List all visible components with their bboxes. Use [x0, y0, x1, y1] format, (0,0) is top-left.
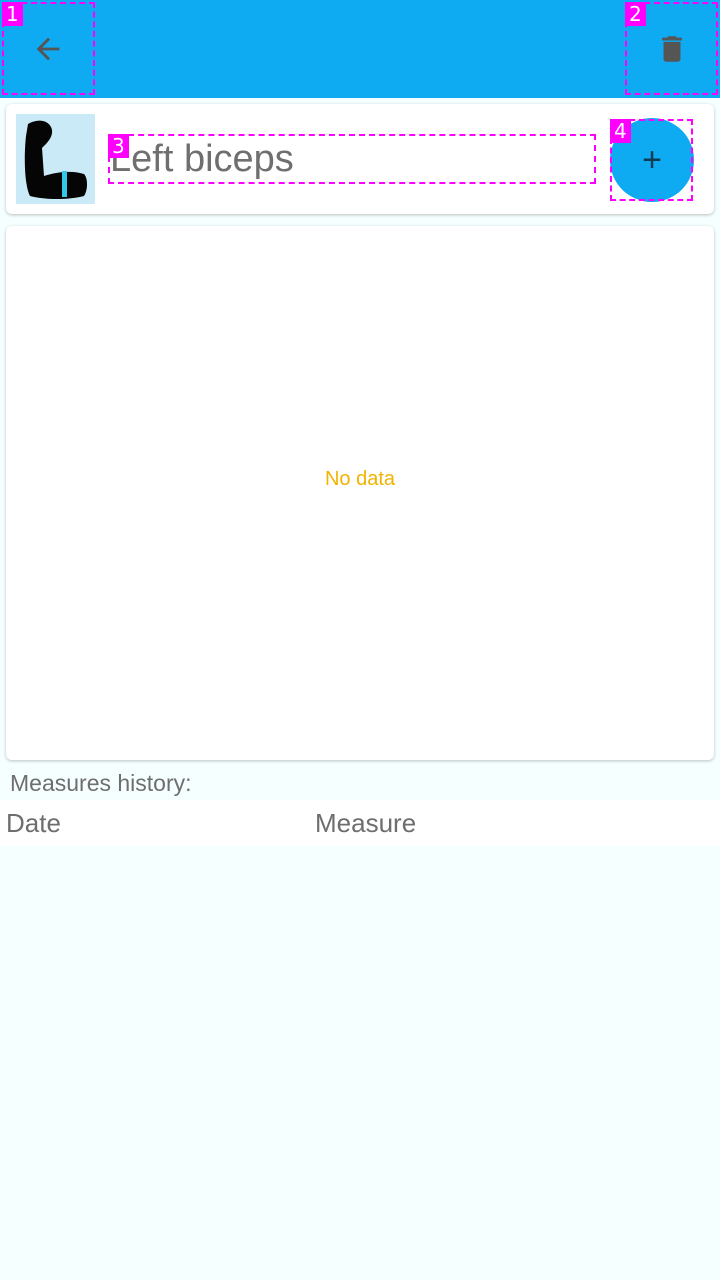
history-label: Measures history: — [10, 770, 192, 796]
no-data-text: No data — [324, 468, 396, 490]
measure-thumbnail — [16, 114, 95, 204]
back-button[interactable] — [0, 0, 96, 98]
column-header-date: Date — [6, 808, 61, 838]
history-table-header: Date Measure — [0, 800, 720, 846]
measure-header-card: Left biceps + — [6, 104, 714, 214]
measure-chart-card: No data — [6, 226, 714, 760]
plus-icon: + — [642, 140, 662, 179]
column-header-measure: Measure — [315, 808, 417, 838]
flexed-arm-icon — [24, 120, 87, 199]
add-measure-button[interactable]: + — [610, 118, 694, 202]
trash-icon — [662, 36, 682, 62]
delete-button[interactable] — [624, 0, 720, 98]
measure-title[interactable]: Left biceps — [110, 134, 598, 184]
arrow-left-icon — [36, 37, 60, 61]
app-bar — [0, 0, 720, 98]
